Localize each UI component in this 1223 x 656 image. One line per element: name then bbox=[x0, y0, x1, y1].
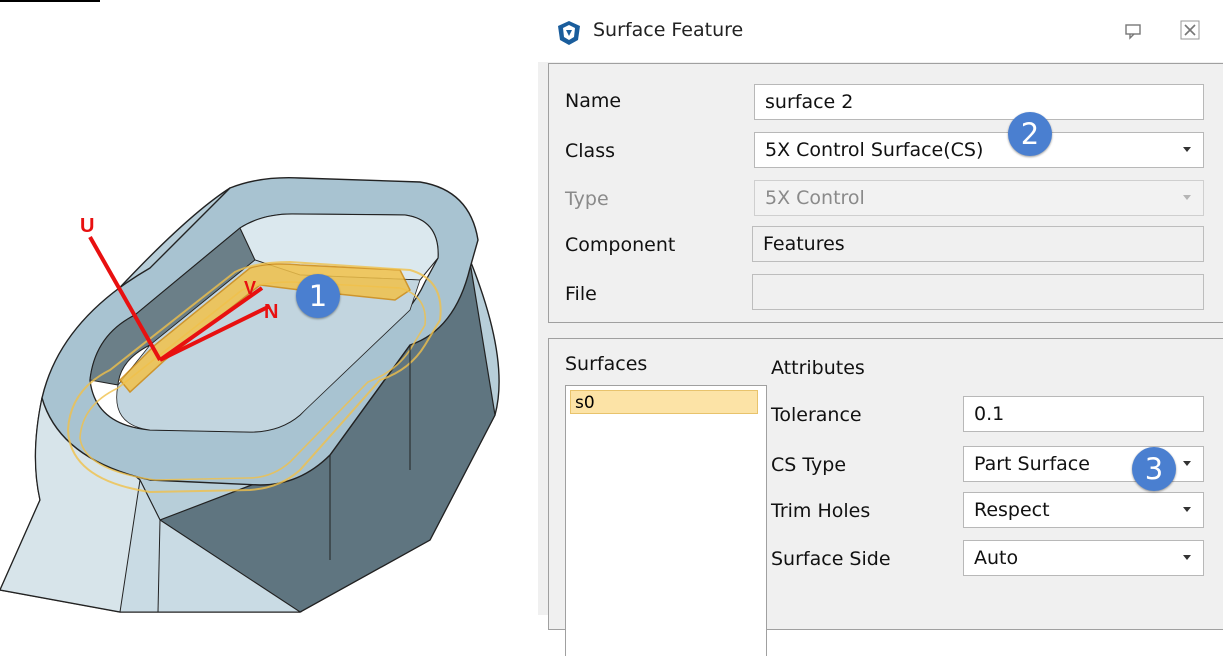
name-label: Name bbox=[565, 90, 622, 112]
type-select-value: 5X Control bbox=[765, 187, 865, 209]
chevron-down-icon bbox=[1183, 195, 1191, 200]
type-label: Type bbox=[565, 188, 609, 210]
axis-v-label: V bbox=[244, 278, 256, 298]
class-select-value: 5X Control Surface(CS) bbox=[765, 139, 984, 161]
surface-side-select[interactable]: Auto bbox=[963, 540, 1204, 576]
tolerance-field[interactable]: 0.1 bbox=[963, 396, 1204, 432]
surfaces-attributes-section: Surfaces s0 Attributes Tolerance 0.1 CS … bbox=[548, 338, 1223, 656]
surfaces-header: Surfaces bbox=[565, 353, 648, 375]
trim-holes-label: Trim Holes bbox=[771, 500, 871, 522]
component-label: Component bbox=[565, 234, 676, 256]
attributes-header: Attributes bbox=[771, 357, 865, 379]
component-field[interactable]: Features bbox=[752, 226, 1204, 262]
surface-feature-dialog: Surface Feature Name surface 2 Class 5X … bbox=[538, 0, 1223, 656]
trim-holes-select[interactable]: Respect bbox=[963, 492, 1204, 528]
trim-holes-select-value: Respect bbox=[974, 499, 1050, 521]
chevron-down-icon[interactable] bbox=[1183, 507, 1191, 512]
close-icon[interactable] bbox=[1180, 20, 1200, 40]
chevron-down-icon[interactable] bbox=[1183, 555, 1191, 560]
chevron-down-icon[interactable] bbox=[1183, 461, 1191, 466]
file-field[interactable] bbox=[752, 274, 1204, 310]
surface-feature-icon bbox=[558, 21, 580, 45]
dialog-title: Surface Feature bbox=[593, 19, 744, 41]
chevron-down-icon[interactable] bbox=[1183, 147, 1191, 152]
surface-side-label: Surface Side bbox=[771, 548, 891, 570]
part-model[interactable] bbox=[0, 177, 500, 613]
class-label: Class bbox=[565, 140, 615, 162]
3d-viewport[interactable]: U V N bbox=[0, 0, 540, 615]
pin-icon[interactable] bbox=[1123, 22, 1143, 40]
name-field[interactable]: surface 2 bbox=[754, 84, 1204, 120]
dialog-titlebar: Surface Feature bbox=[538, 0, 1223, 62]
file-label: File bbox=[565, 283, 597, 305]
tolerance-label: Tolerance bbox=[771, 404, 862, 426]
type-select: 5X Control bbox=[754, 180, 1204, 216]
surfaces-list[interactable]: s0 bbox=[565, 385, 767, 656]
properties-section: Name surface 2 Class 5X Control Surface(… bbox=[548, 63, 1223, 323]
cs-type-label: CS Type bbox=[771, 454, 847, 476]
callout-badge-1: 1 bbox=[296, 274, 340, 318]
callout-badge-3: 3 bbox=[1132, 447, 1176, 491]
cs-type-select-value: Part Surface bbox=[974, 453, 1090, 475]
class-select[interactable]: 5X Control Surface(CS) bbox=[754, 132, 1204, 168]
surface-side-select-value: Auto bbox=[974, 547, 1019, 569]
list-item[interactable]: s0 bbox=[570, 390, 758, 414]
axis-n-label: N bbox=[264, 301, 278, 323]
callout-badge-2: 2 bbox=[1008, 112, 1052, 156]
axis-u-label: U bbox=[80, 215, 94, 237]
